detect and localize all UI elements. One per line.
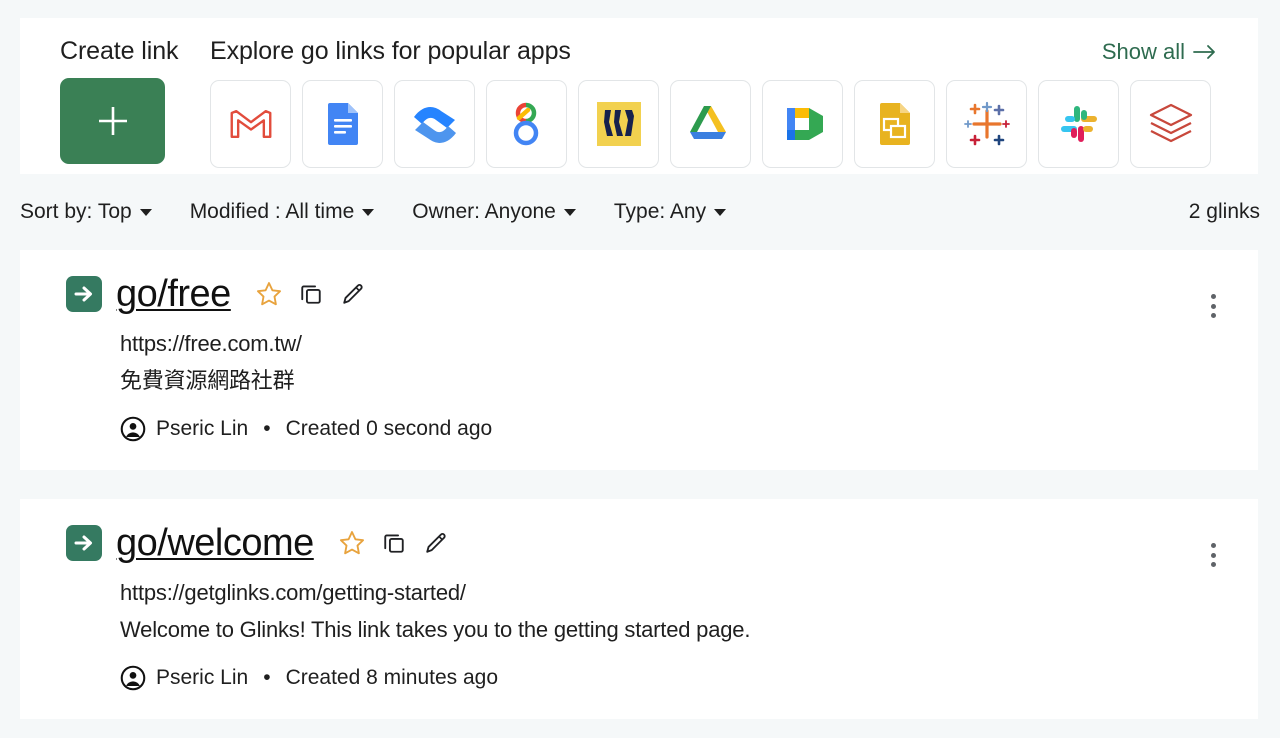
arrow-right-icon — [1193, 45, 1215, 59]
app-tile-google-docs[interactable] — [302, 80, 383, 168]
app-tile-row — [210, 80, 1258, 168]
filter-owner-label: Owner: Anyone — [412, 200, 556, 223]
avatar — [120, 416, 146, 442]
filter-modified[interactable]: Modified : All time — [190, 200, 375, 224]
glink-title[interactable]: go/welcome — [116, 521, 314, 565]
copy-icon[interactable] — [380, 529, 408, 557]
explore-apps-section: Explore go links for popular apps Show a… — [210, 18, 1258, 168]
show-all-label: Show all — [1101, 39, 1185, 64]
go-link-icon — [66, 525, 102, 561]
filter-sort-by-label: Sort by: Top — [20, 200, 132, 223]
filter-sort-by[interactable]: Sort by: Top — [20, 200, 152, 224]
more-options-icon[interactable] — [1201, 292, 1225, 320]
filter-type-label: Type: Any — [613, 200, 707, 223]
glink-title-row: go/welcome — [66, 521, 1258, 565]
show-all-link[interactable]: Show all — [1102, 39, 1218, 65]
app-tile-google-slides[interactable] — [854, 80, 935, 168]
app-tile-google-analytics[interactable] — [486, 80, 567, 168]
filter-type[interactable]: Type: Any — [613, 200, 727, 224]
glink-description: Welcome to Glinks! This link takes you t… — [120, 617, 751, 642]
confluence-icon — [413, 107, 456, 143]
more-options-icon[interactable] — [1201, 541, 1225, 569]
glink-timestamp: Created 0 second ago — [285, 417, 493, 440]
app-tile-databricks[interactable] — [1130, 80, 1211, 168]
app-tile-tableau[interactable] — [946, 80, 1027, 168]
glink-url: https://getglinks.com/getting-started/ — [120, 580, 466, 605]
arrow-right-icon — [74, 535, 92, 551]
glink-url: https://free.com.tw/ — [120, 331, 302, 356]
gmail-icon — [230, 109, 271, 139]
app-tile-confluence[interactable] — [394, 80, 475, 168]
glink-title-row: go/free — [66, 272, 1258, 316]
create-link-label: Create link — [60, 37, 179, 65]
filter-owner[interactable]: Owner: Anyone — [412, 200, 576, 224]
tableau-icon — [963, 101, 1010, 146]
filter-modified-label: Modified : All time — [189, 200, 355, 223]
google-docs-icon — [327, 103, 358, 145]
star-icon[interactable] — [338, 529, 366, 557]
filter-bar: Sort by: Top Modified : All time Owner: … — [0, 190, 1280, 234]
chevron-down-icon — [139, 208, 152, 216]
glink-title[interactable]: go/free — [116, 272, 231, 316]
app-tile-google-meet[interactable] — [762, 80, 843, 168]
avatar — [120, 665, 146, 691]
chevron-down-icon — [563, 208, 576, 216]
explore-panel: Create link Explore go links for popular… — [20, 18, 1258, 174]
glink-card[interactable]: go/welcome https://getglinks.com/getting… — [20, 499, 1258, 719]
app-tile-gmail[interactable] — [210, 80, 291, 168]
glink-meta: Pseric Lin • Created 0 second ago — [120, 416, 1258, 442]
edit-pencil-icon[interactable] — [422, 529, 450, 557]
chevron-down-icon — [714, 208, 727, 216]
create-link-button[interactable] — [60, 78, 165, 164]
copy-icon[interactable] — [297, 280, 325, 308]
app-tile-google-drive[interactable] — [670, 80, 751, 168]
databricks-icon — [1149, 103, 1192, 143]
create-link-section: Create link — [20, 18, 210, 164]
meta-separator: • — [263, 666, 271, 689]
explore-header: Explore go links for popular apps Show a… — [210, 36, 1258, 66]
plus-icon — [98, 107, 127, 135]
meta-separator: • — [263, 417, 271, 440]
edit-pencil-icon[interactable] — [339, 280, 367, 308]
star-icon[interactable] — [255, 280, 283, 308]
app-tile-slack[interactable] — [1038, 80, 1119, 168]
miro-icon — [596, 102, 641, 146]
glinks-page: Create link Explore go links for popular… — [0, 0, 1280, 738]
google-meet-icon — [786, 108, 823, 140]
google-drive-icon — [689, 106, 726, 139]
glink-owner: Pseric Lin — [156, 417, 249, 440]
glink-card[interactable]: go/free https://free.com.tw/ 免費資源網路社群 Ps… — [20, 250, 1258, 470]
glink-description: 免費資源網路社群 — [120, 368, 295, 393]
glink-count: 2 glinks — [1188, 200, 1260, 223]
glink-timestamp: Created 8 minutes ago — [285, 666, 499, 689]
go-link-icon — [66, 276, 102, 312]
slack-icon — [1060, 106, 1097, 142]
glink-meta: Pseric Lin • Created 8 minutes ago — [120, 665, 1258, 691]
app-tile-miro[interactable] — [578, 80, 659, 168]
glink-owner: Pseric Lin — [156, 666, 249, 689]
google-analytics-icon — [513, 102, 538, 146]
chevron-down-icon — [362, 208, 375, 216]
arrow-right-icon — [74, 286, 92, 302]
explore-title: Explore go links for popular apps — [210, 37, 571, 65]
google-slides-icon — [879, 103, 910, 145]
